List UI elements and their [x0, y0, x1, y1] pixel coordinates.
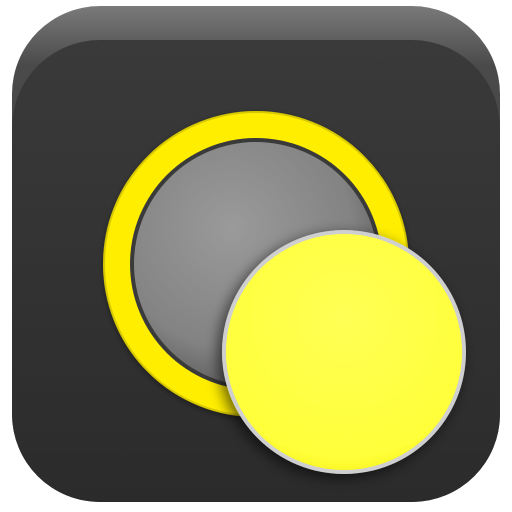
- app-icon-graphic: [12, 6, 500, 502]
- yellow-disc: [222, 230, 466, 474]
- app-icon: [0, 0, 512, 512]
